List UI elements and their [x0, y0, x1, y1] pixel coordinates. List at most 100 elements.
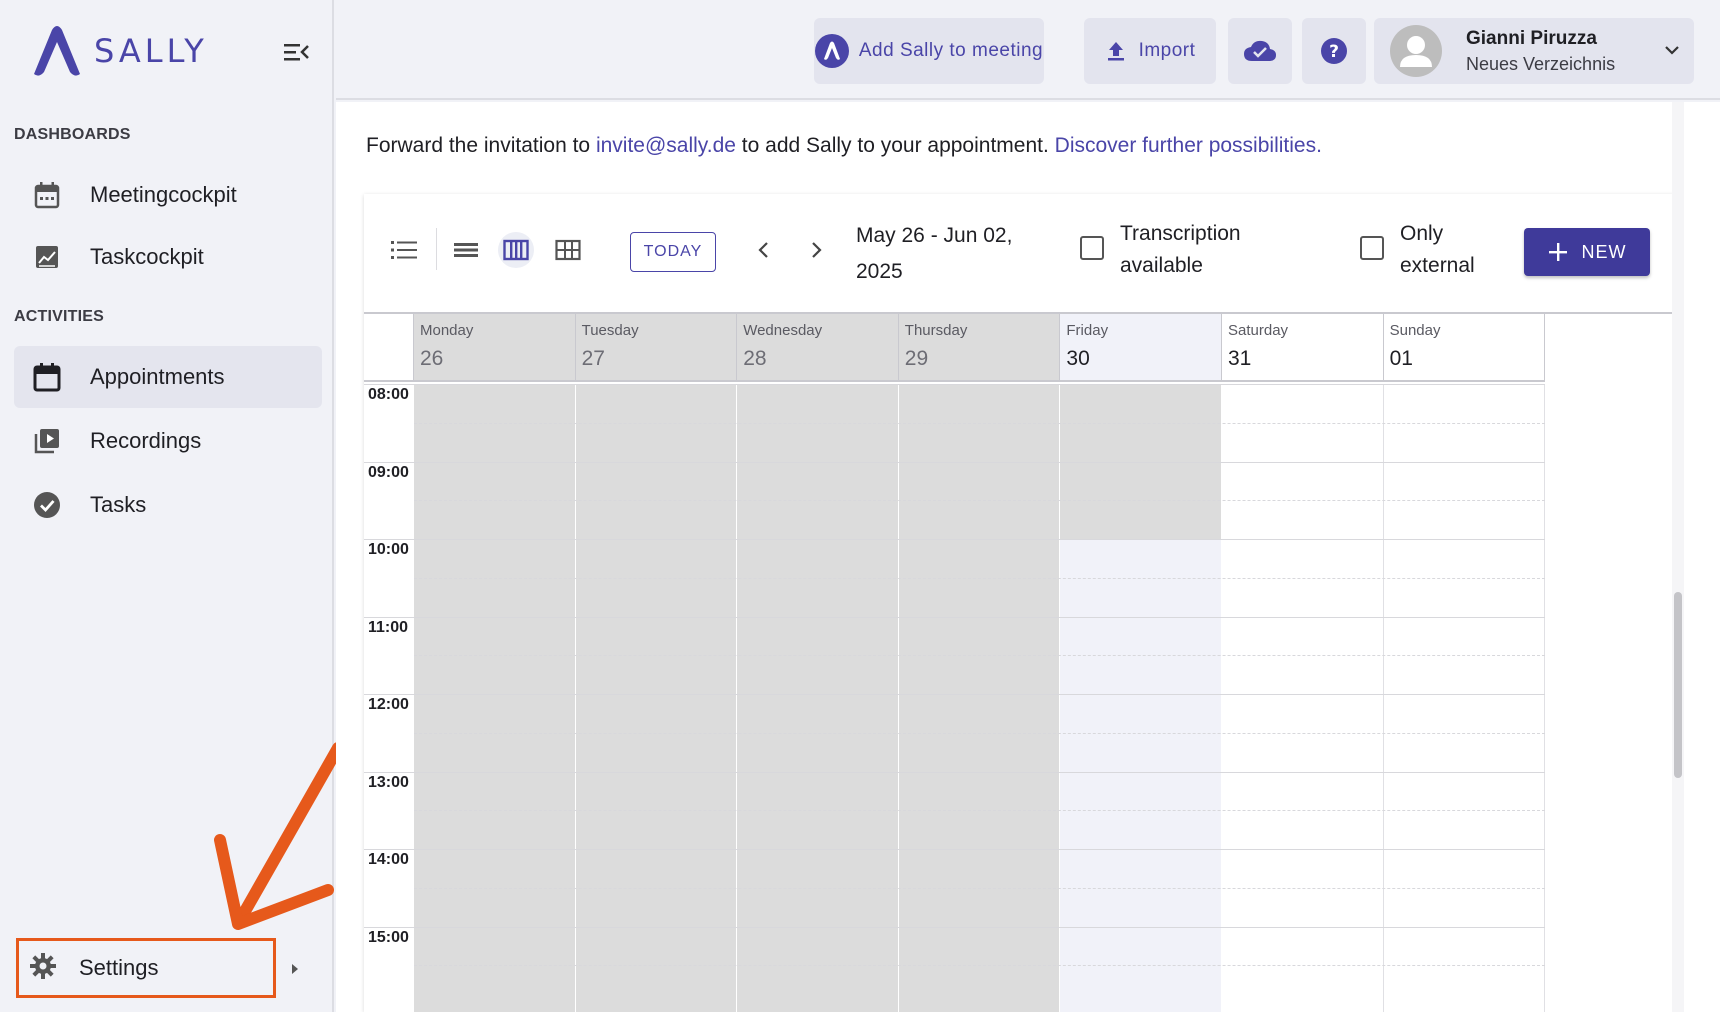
list-icon	[391, 241, 417, 259]
help-button[interactable]: ?	[1302, 18, 1366, 84]
half-hour-gridline	[414, 655, 1546, 657]
import-label: Import	[1138, 40, 1196, 61]
user-info: Gianni Piruzza Neues Verzeichnis	[1466, 28, 1615, 75]
avatar	[1390, 25, 1442, 77]
day-column[interactable]	[575, 384, 738, 1012]
settings-label: Settings	[79, 955, 159, 980]
sidebar-item-tasks[interactable]: Tasks	[14, 474, 322, 536]
day-number: 28	[743, 347, 767, 370]
today-button[interactable]: TODAY	[630, 232, 716, 272]
time-label: 15:00	[368, 928, 409, 946]
half-hour-gridline	[414, 810, 1546, 812]
time-label: 13:00	[368, 773, 409, 791]
week-grid: Monday 26 Tuesday 27 Wednesday 28 Thursday 29 Fr…	[364, 312, 1674, 1012]
sidebar-item-label: Tasks	[90, 492, 147, 517]
day-header[interactable]: Thursday 29	[898, 314, 1061, 382]
next-week-button[interactable]	[798, 232, 834, 268]
day-number: 01	[1389, 347, 1413, 370]
sidebar-item-label: Appointments	[90, 364, 225, 389]
half-hour-gridline	[414, 422, 1546, 424]
transcription-label: Transcription available	[1120, 222, 1241, 277]
calendar-dots-icon	[32, 180, 62, 210]
content-scrollbar[interactable]	[1672, 102, 1684, 1012]
day-column[interactable]	[1222, 384, 1384, 1012]
date-range-line1: May 26 - Jun 02,	[856, 224, 1013, 247]
day-header[interactable]: Monday 26	[414, 314, 576, 382]
day-name: Monday	[420, 322, 474, 339]
scrollbar-thumb[interactable]	[1674, 592, 1682, 778]
transcription-available-filter[interactable]: Transcription available	[1080, 218, 1241, 282]
month-view-icon	[555, 239, 581, 261]
day-column[interactable]	[1383, 384, 1546, 1012]
new-appointment-button[interactable]: NEW	[1524, 228, 1650, 276]
day-header[interactable]: Friday 30	[1060, 314, 1222, 382]
plus-icon	[1548, 243, 1567, 261]
time-gutter-header	[364, 314, 414, 382]
day-view-icon	[454, 243, 478, 257]
day-name: Saturday	[1228, 322, 1289, 339]
hour-gridline	[364, 384, 1546, 385]
day-column[interactable]	[737, 384, 899, 1012]
half-hour-gridline	[414, 965, 1546, 967]
toolbar-divider	[436, 228, 437, 270]
discover-possibilities-link[interactable]: Discover further possibilities.	[1055, 134, 1322, 157]
svg-text:?: ?	[1329, 42, 1339, 62]
sidebar-item-meetingcockpit[interactable]: Meetingcockpit	[14, 164, 322, 226]
only-external-filter[interactable]: Only external	[1360, 218, 1475, 282]
list-view-button[interactable]	[386, 232, 422, 268]
day-number: 30	[1066, 347, 1090, 370]
hour-gridline	[364, 461, 1546, 463]
add-sally-to-meeting-button[interactable]: Add Sally to meeting	[814, 18, 1044, 84]
day-view-button[interactable]	[448, 232, 484, 268]
sidebar-item-recordings[interactable]: Recordings	[14, 410, 322, 472]
month-view-button[interactable]	[550, 232, 586, 268]
logo-text: SALLY	[94, 32, 208, 70]
day-column[interactable]	[898, 384, 1061, 1012]
menu-collapse-icon	[284, 44, 309, 61]
day-header[interactable]: Sunday 01	[1383, 314, 1546, 382]
top-bar: Add Sally to meeting Import ? Gianni Pir…	[336, 0, 1720, 100]
sidebar-item-label: Recordings	[90, 428, 202, 453]
day-name: Tuesday	[581, 322, 639, 339]
hour-gridline	[364, 771, 1546, 773]
day-name: Sunday	[1389, 322, 1441, 339]
day-number: 29	[904, 347, 929, 370]
user-menu[interactable]: Gianni Piruzza Neues Verzeichnis	[1374, 18, 1694, 84]
new-label: NEW	[1581, 241, 1627, 262]
only-external-checkbox[interactable]	[1360, 236, 1384, 260]
check-circle-icon	[32, 490, 62, 520]
settings-expand-caret-icon[interactable]	[290, 962, 300, 976]
sidebar-item-label: Taskcockpit	[90, 244, 204, 269]
chart-icon	[32, 242, 62, 272]
time-label: 11:00	[368, 618, 409, 636]
invite-email-link[interactable]: invite@sally.de	[596, 134, 736, 157]
sally-logo[interactable]: SALLY	[28, 24, 208, 78]
section-label-dashboards: DASHBOARDS	[14, 126, 131, 143]
day-header[interactable]: Tuesday 27	[575, 314, 738, 382]
video-library-icon	[32, 426, 62, 456]
day-column[interactable]	[1060, 384, 1222, 1012]
sidebar-item-settings[interactable]: Settings	[16, 938, 276, 998]
sidebar-item-appointments[interactable]: Appointments	[14, 346, 322, 408]
collapse-sidebar-button[interactable]	[282, 40, 310, 64]
day-header[interactable]: Wednesday 28	[737, 314, 899, 382]
previous-week-button[interactable]	[746, 232, 782, 268]
person-icon	[1400, 36, 1432, 67]
import-button[interactable]: Import	[1084, 18, 1216, 84]
chevron-right-icon	[812, 242, 822, 258]
day-header[interactable]: Saturday 31	[1222, 314, 1384, 382]
time-label: 10:00	[368, 541, 409, 558]
cloud-sync-button[interactable]	[1228, 18, 1292, 84]
forward-middle: to add Sally to your appointment.	[735, 134, 1055, 157]
day-column[interactable]	[414, 384, 576, 1012]
section-label-activities: ACTIVITIES	[14, 308, 105, 325]
chevron-left-icon	[758, 242, 768, 258]
transcription-checkbox[interactable]	[1080, 236, 1104, 260]
day-number: 26	[420, 347, 444, 370]
week-view-button[interactable]	[498, 232, 534, 268]
date-range-line2: 2025	[856, 260, 903, 283]
hour-gridline	[364, 926, 1546, 928]
add-sally-label: Add Sally to meeting	[858, 40, 1044, 61]
half-hour-gridline	[414, 500, 1546, 502]
sidebar-item-taskcockpit[interactable]: Taskcockpit	[14, 226, 322, 288]
